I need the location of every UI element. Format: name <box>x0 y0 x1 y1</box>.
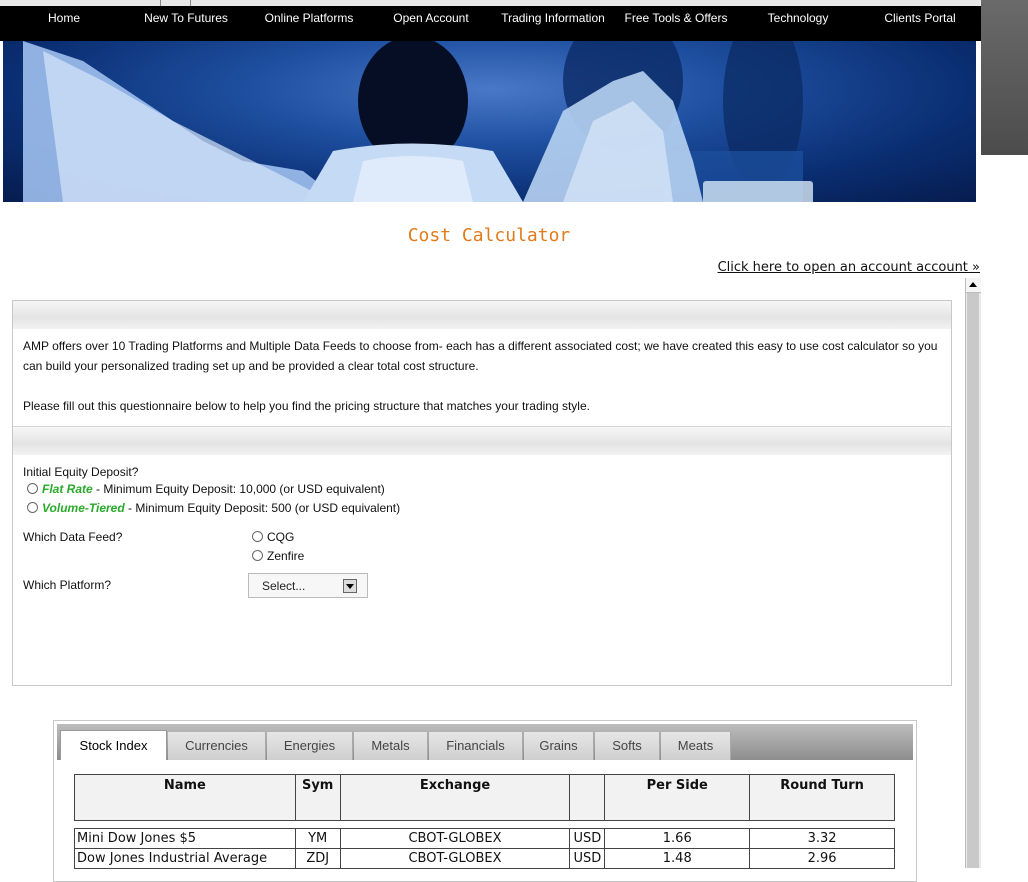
platform-select-value: Select... <box>262 579 306 593</box>
platform-label: Which Platform? <box>23 578 112 592</box>
cell-name: Dow Jones Industrial Average <box>74 848 296 869</box>
banner-illustration <box>23 41 813 202</box>
commission-table: Mini Dow Jones $5 YM CBOT-GLOBEX USD 1.6… <box>74 828 895 869</box>
column-header-exchange: Exchange <box>339 774 571 821</box>
hero-banner-image <box>3 41 976 202</box>
tab-bar: Stock Index Currencies Energies Metals F… <box>57 724 913 760</box>
cell-currency: USD <box>569 848 606 869</box>
column-header-round-turn: Round Turn <box>749 774 895 821</box>
tab-grains[interactable]: Grains <box>524 732 594 760</box>
cell-sym: ZDJ <box>294 848 341 869</box>
cell-per-side: 1.48 <box>604 848 751 869</box>
vertical-scrollbar[interactable] <box>965 278 981 868</box>
feed-option-zenfire[interactable]: Zenfire <box>252 549 304 563</box>
cell-exchange: CBOT-GLOBEX <box>339 848 571 869</box>
volume-tiered-radio[interactable] <box>27 502 38 513</box>
open-account-link[interactable]: Click here to open an account account » <box>718 260 980 275</box>
panel-section-band <box>13 427 951 455</box>
nav-trading-information[interactable]: Trading Information <box>494 6 612 31</box>
scroll-up-arrow-icon[interactable] <box>966 278 981 293</box>
zenfire-label: Zenfire <box>267 549 305 563</box>
scrollbar-thumb[interactable] <box>967 293 979 868</box>
panel-header-band <box>13 301 951 329</box>
column-header-name: Name <box>74 774 296 821</box>
data-feed-label: Which Data Feed? <box>23 530 123 544</box>
tab-energies[interactable]: Energies <box>267 732 353 760</box>
volume-tiered-name: Volume-Tiered <box>42 501 125 515</box>
nav-technology[interactable]: Technology <box>753 6 843 31</box>
cell-sym: YM <box>294 828 341 849</box>
flat-rate-option[interactable]: Flat Rate - Minimum Equity Deposit: 10,0… <box>27 482 385 496</box>
commission-table-header: Name Sym Exchange Per Side Round Turn <box>74 774 895 821</box>
zenfire-radio[interactable] <box>252 550 263 561</box>
volume-tiered-description: - Minimum Equity Deposit: 500 (or USD eq… <box>124 501 401 515</box>
tab-financials[interactable]: Financials <box>429 732 523 760</box>
nav-new-to-futures[interactable]: New To Futures <box>136 6 236 31</box>
nav-free-tools-offers[interactable]: Free Tools & Offers <box>617 6 735 31</box>
table-row: Mini Dow Jones $5 YM CBOT-GLOBEX USD 1.6… <box>74 828 895 849</box>
flat-rate-name: Flat Rate <box>42 482 93 496</box>
cqg-label: CQG <box>267 530 295 544</box>
column-header-sym: Sym <box>294 774 341 821</box>
intro-paragraph: AMP offers over 10 Trading Platforms and… <box>23 339 938 373</box>
nav-online-platforms[interactable]: Online Platforms <box>254 6 364 31</box>
tab-metals[interactable]: Metals <box>354 732 428 760</box>
tab-currencies[interactable]: Currencies <box>168 732 266 760</box>
column-header-per-side: Per Side <box>604 774 751 821</box>
cell-name: Mini Dow Jones $5 <box>74 828 296 849</box>
tab-softs[interactable]: Softs <box>595 732 660 760</box>
page-background-dark <box>981 0 1028 155</box>
calculator-panel: AMP offers over 10 Trading Platforms and… <box>12 300 952 686</box>
page-title: Cost Calculator <box>407 225 571 246</box>
feed-option-cqg[interactable]: CQG <box>252 530 294 544</box>
column-header-currency <box>569 774 606 821</box>
platform-select[interactable]: Select... <box>248 573 368 598</box>
nav-home[interactable]: Home <box>34 6 94 31</box>
table-row: Dow Jones Industrial Average ZDJ CBOT-GL… <box>74 848 895 869</box>
volume-tiered-option[interactable]: Volume-Tiered - Minimum Equity Deposit: … <box>27 501 400 515</box>
nav-clients-portal[interactable]: Clients Portal <box>870 6 970 31</box>
cell-round-turn: 3.32 <box>749 828 895 849</box>
nav-open-account[interactable]: Open Account <box>381 6 481 31</box>
tab-meats[interactable]: Meats <box>661 732 731 760</box>
equity-deposit-label: Initial Equity Deposit? <box>23 465 139 479</box>
cell-round-turn: 2.96 <box>749 848 895 869</box>
tab-stock-index[interactable]: Stock Index <box>60 730 167 760</box>
main-navigation: Home New To Futures Online Platforms Ope… <box>0 6 981 41</box>
cell-exchange: CBOT-GLOBEX <box>339 828 571 849</box>
instruction-paragraph: Please fill out this questionnaire below… <box>23 399 590 413</box>
chevron-down-icon[interactable] <box>343 579 357 593</box>
cell-per-side: 1.66 <box>604 828 751 849</box>
flat-rate-description: - Minimum Equity Deposit: 10,000 (or USD… <box>92 482 385 496</box>
cqg-radio[interactable] <box>252 531 263 542</box>
cell-currency: USD <box>569 828 606 849</box>
flat-rate-radio[interactable] <box>27 483 38 494</box>
